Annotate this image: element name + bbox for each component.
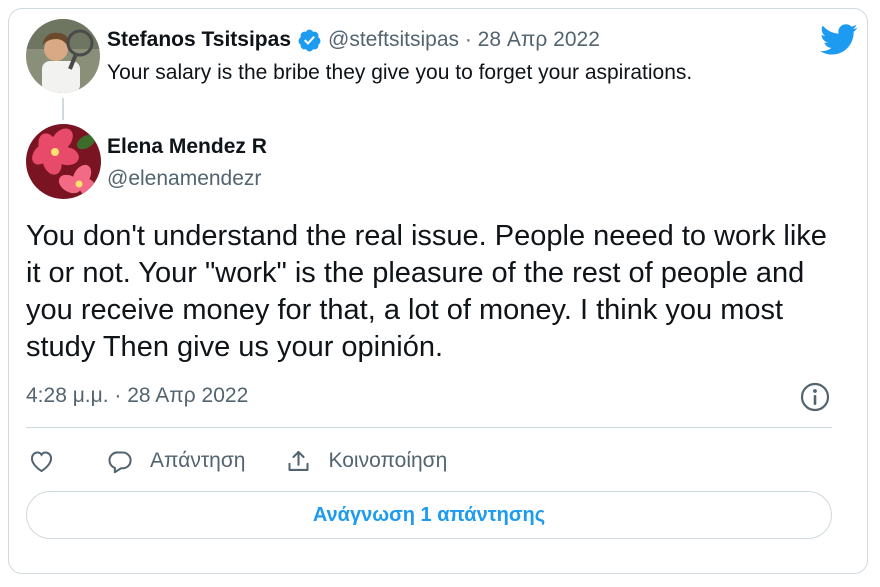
- divider: [26, 427, 832, 428]
- author-name[interactable]: Stefanos Tsitsipas: [107, 28, 291, 52]
- verified-badge-icon: [297, 28, 322, 53]
- reply-author-name[interactable]: Elena Mendez R: [107, 135, 267, 159]
- heart-icon: [30, 450, 53, 472]
- tweet-actions: Απάντηση Κοινοποίηση: [28, 446, 447, 476]
- parent-tweet-text: Your salary is the bribe they give you t…: [107, 61, 693, 84]
- like-button[interactable]: [28, 448, 55, 475]
- info-icon[interactable]: [799, 381, 831, 413]
- tweet-timestamp[interactable]: 4:28 μ.μ. · 28 Απρ 2022: [26, 384, 248, 408]
- avatar-stefanos[interactable]: [26, 19, 100, 93]
- share-upload-icon: [288, 450, 309, 471]
- reply-author-handle[interactable]: @elenamendezr: [107, 167, 261, 191]
- reply-tweet-text: You don't understand the real issue. Peo…: [26, 220, 827, 363]
- avatar-elena[interactable]: [26, 124, 101, 199]
- reply-button[interactable]: Απάντηση: [107, 448, 245, 475]
- reply-bubble-icon: [108, 450, 132, 473]
- thread-connector-line: [62, 98, 64, 120]
- read-replies-button[interactable]: Ανάγνωση 1 απάντησης: [26, 491, 832, 539]
- reply-label: Απάντηση: [150, 449, 246, 472]
- twitter-bird-icon[interactable]: [820, 20, 858, 58]
- handle-and-date[interactable]: @steftsitsipas · 28 Απρ 2022: [328, 28, 600, 52]
- share-button[interactable]: Κοινοποίηση: [285, 448, 447, 475]
- parent-tweet-header: Stefanos Tsitsipas @steftsitsipas · 28 Α…: [107, 26, 600, 54]
- share-label: Κοινοποίηση: [328, 449, 448, 472]
